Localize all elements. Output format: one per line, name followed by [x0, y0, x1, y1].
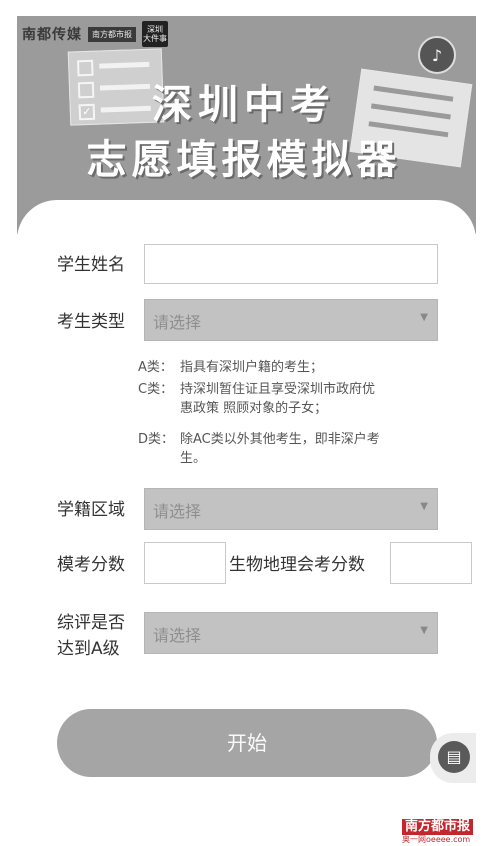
type-note-c: C类： 持深圳暂住证且享受深圳市政府优 惠政策 照顾对象的子女； [138, 380, 375, 418]
grade-a-label-line2: 达到A级 [57, 639, 120, 659]
bio-geo-score-input[interactable] [390, 542, 472, 584]
note-tag: A类： [138, 360, 173, 375]
note-tag: C类： [138, 382, 174, 397]
newspaper-watermark: 南方都市报 奥一网oeeee.com [402, 815, 486, 844]
document-icon: ▤ [438, 741, 470, 773]
student-type-select[interactable]: 请选择 ▼ [144, 299, 438, 341]
select-placeholder: 请选择 [153, 502, 202, 521]
music-note-icon[interactable]: ♪ [418, 36, 456, 74]
note-text: 持深圳暂住证且享受深圳市政府优 [180, 382, 376, 397]
chevron-down-icon: ▼ [420, 312, 428, 323]
grade-a-select[interactable]: 请选择 ▼ [144, 612, 438, 654]
logo-badge: 深圳 大件事 [142, 21, 168, 47]
logo-main-text: 南都传媒 [22, 27, 82, 43]
student-type-label: 考生类型 [57, 312, 125, 332]
type-note-a: A类： 指具有深圳户籍的考生； [138, 358, 323, 377]
student-name-label: 学生姓名 [57, 255, 125, 275]
mock-score-label: 模考分数 [57, 555, 125, 575]
banner-title-line1: 深圳中考 [152, 82, 336, 128]
watermark-logo-text: 南方都市报 [402, 819, 474, 835]
student-name-input[interactable] [144, 244, 438, 284]
note-text: 除AC类以外其他考生，即非深户考 [180, 432, 380, 447]
school-region-label: 学籍区域 [57, 500, 125, 520]
logo-sub-text: 南方都市报 [88, 26, 136, 42]
type-note-d: D类： 除AC类以外其他考生，即非深户考 生。 [138, 430, 380, 468]
grade-a-label-line1: 综评是否 [57, 613, 125, 633]
chevron-down-icon: ▼ [420, 501, 428, 512]
chevron-down-icon: ▼ [420, 625, 428, 636]
illustration-line [99, 61, 150, 69]
bio-geo-score-label: 生物地理会考分数 [229, 555, 365, 575]
note-tag: D类： [138, 432, 175, 447]
school-region-select[interactable]: 请选择 ▼ [144, 488, 438, 530]
start-button[interactable]: 开始 [57, 709, 437, 777]
note-text-continued: 惠政策 照顾对象的子女； [180, 401, 328, 416]
note-text-continued: 生。 [180, 451, 207, 466]
banner-title-line2: 志愿填报模拟器 [86, 137, 402, 183]
floating-menu-button[interactable]: ▤ [430, 733, 476, 783]
brand-logo: 南都传媒 南方都市报 深圳 大件事 [22, 21, 168, 47]
select-placeholder: 请选择 [153, 313, 202, 332]
note-text: 指具有深圳户籍的考生； [180, 360, 324, 375]
mock-score-input[interactable] [144, 542, 226, 584]
select-placeholder: 请选择 [153, 626, 202, 645]
watermark-site-text: 奥一网oeeee.com [402, 835, 471, 844]
